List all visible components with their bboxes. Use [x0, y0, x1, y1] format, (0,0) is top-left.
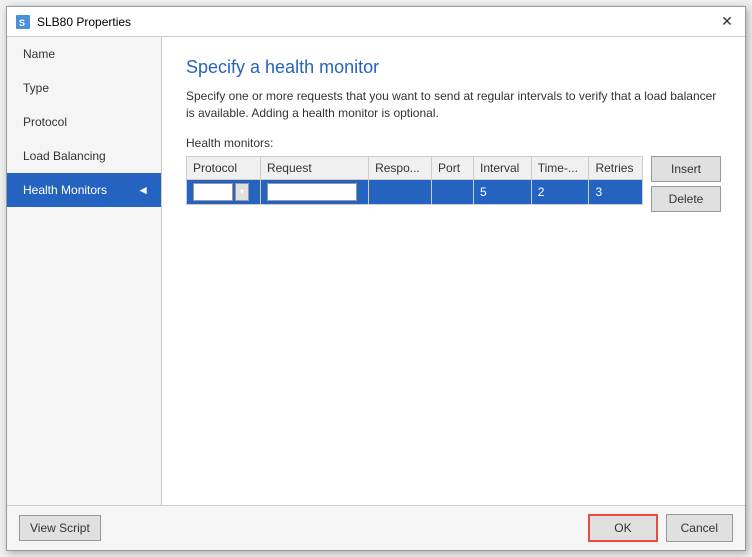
svg-text:S: S: [19, 18, 25, 28]
window-icon: S: [15, 14, 31, 30]
protocol-cell-container: ▾ Http Tcp: [193, 183, 254, 201]
sidebar-item-protocol[interactable]: Protocol: [7, 105, 161, 139]
cell-interval[interactable]: 5: [474, 179, 532, 204]
table-with-buttons: Protocol Request Respo... Port Interval …: [186, 156, 721, 212]
cell-timeout[interactable]: 2: [531, 179, 589, 204]
delete-button[interactable]: Delete: [651, 186, 721, 212]
sidebar-item-name[interactable]: Name: [7, 37, 161, 71]
protocol-input[interactable]: [193, 183, 233, 201]
bottom-right-buttons: OK Cancel: [588, 514, 733, 542]
main-window: S SLB80 Properties ✕ Name Type Protocol …: [6, 6, 746, 551]
cell-request: [260, 179, 368, 204]
col-response: Respo...: [369, 157, 432, 180]
col-port: Port: [432, 157, 474, 180]
action-buttons: Insert Delete: [651, 156, 721, 212]
title-bar-left: S SLB80 Properties: [15, 14, 131, 30]
section-label: Health monitors:: [186, 136, 721, 150]
close-button[interactable]: ✕: [717, 12, 737, 32]
cell-port[interactable]: [432, 179, 474, 204]
health-monitors-table-area: Protocol Request Respo... Port Interval …: [186, 156, 643, 205]
bottom-bar: View Script OK Cancel: [7, 505, 745, 550]
view-script-button[interactable]: View Script: [19, 515, 101, 541]
cancel-button[interactable]: Cancel: [666, 514, 733, 542]
sidebar-item-type[interactable]: Type: [7, 71, 161, 105]
protocol-dropdown-arrow[interactable]: ▾: [235, 183, 249, 201]
title-bar: S SLB80 Properties ✕: [7, 7, 745, 37]
col-protocol: Protocol: [187, 157, 260, 180]
health-monitors-table: Protocol Request Respo... Port Interval …: [187, 157, 642, 204]
cell-retries[interactable]: 3: [589, 179, 642, 204]
main-content: Specify a health monitor Specify one or …: [162, 37, 745, 505]
ok-button[interactable]: OK: [588, 514, 657, 542]
table-row: ▾ Http Tcp: [187, 179, 642, 204]
page-title: Specify a health monitor: [186, 57, 721, 78]
col-timeout: Time-...: [531, 157, 589, 180]
request-input[interactable]: [267, 183, 357, 201]
sidebar-item-health-monitors[interactable]: Health Monitors ◄: [7, 173, 161, 207]
table-header-row: Protocol Request Respo... Port Interval …: [187, 157, 642, 180]
col-request: Request: [260, 157, 368, 180]
window-body: Name Type Protocol Load Balancing Health…: [7, 37, 745, 505]
cell-response[interactable]: [369, 179, 432, 204]
insert-button[interactable]: Insert: [651, 156, 721, 182]
sidebar-active-arrow: ◄: [137, 183, 149, 197]
sidebar-item-load-balancing[interactable]: Load Balancing: [7, 139, 161, 173]
col-retries: Retries: [589, 157, 642, 180]
cell-protocol: ▾ Http Tcp: [187, 179, 260, 204]
sidebar: Name Type Protocol Load Balancing Health…: [7, 37, 162, 505]
description-text: Specify one or more requests that you wa…: [186, 88, 721, 122]
window-title: SLB80 Properties: [37, 15, 131, 29]
col-interval: Interval: [474, 157, 532, 180]
